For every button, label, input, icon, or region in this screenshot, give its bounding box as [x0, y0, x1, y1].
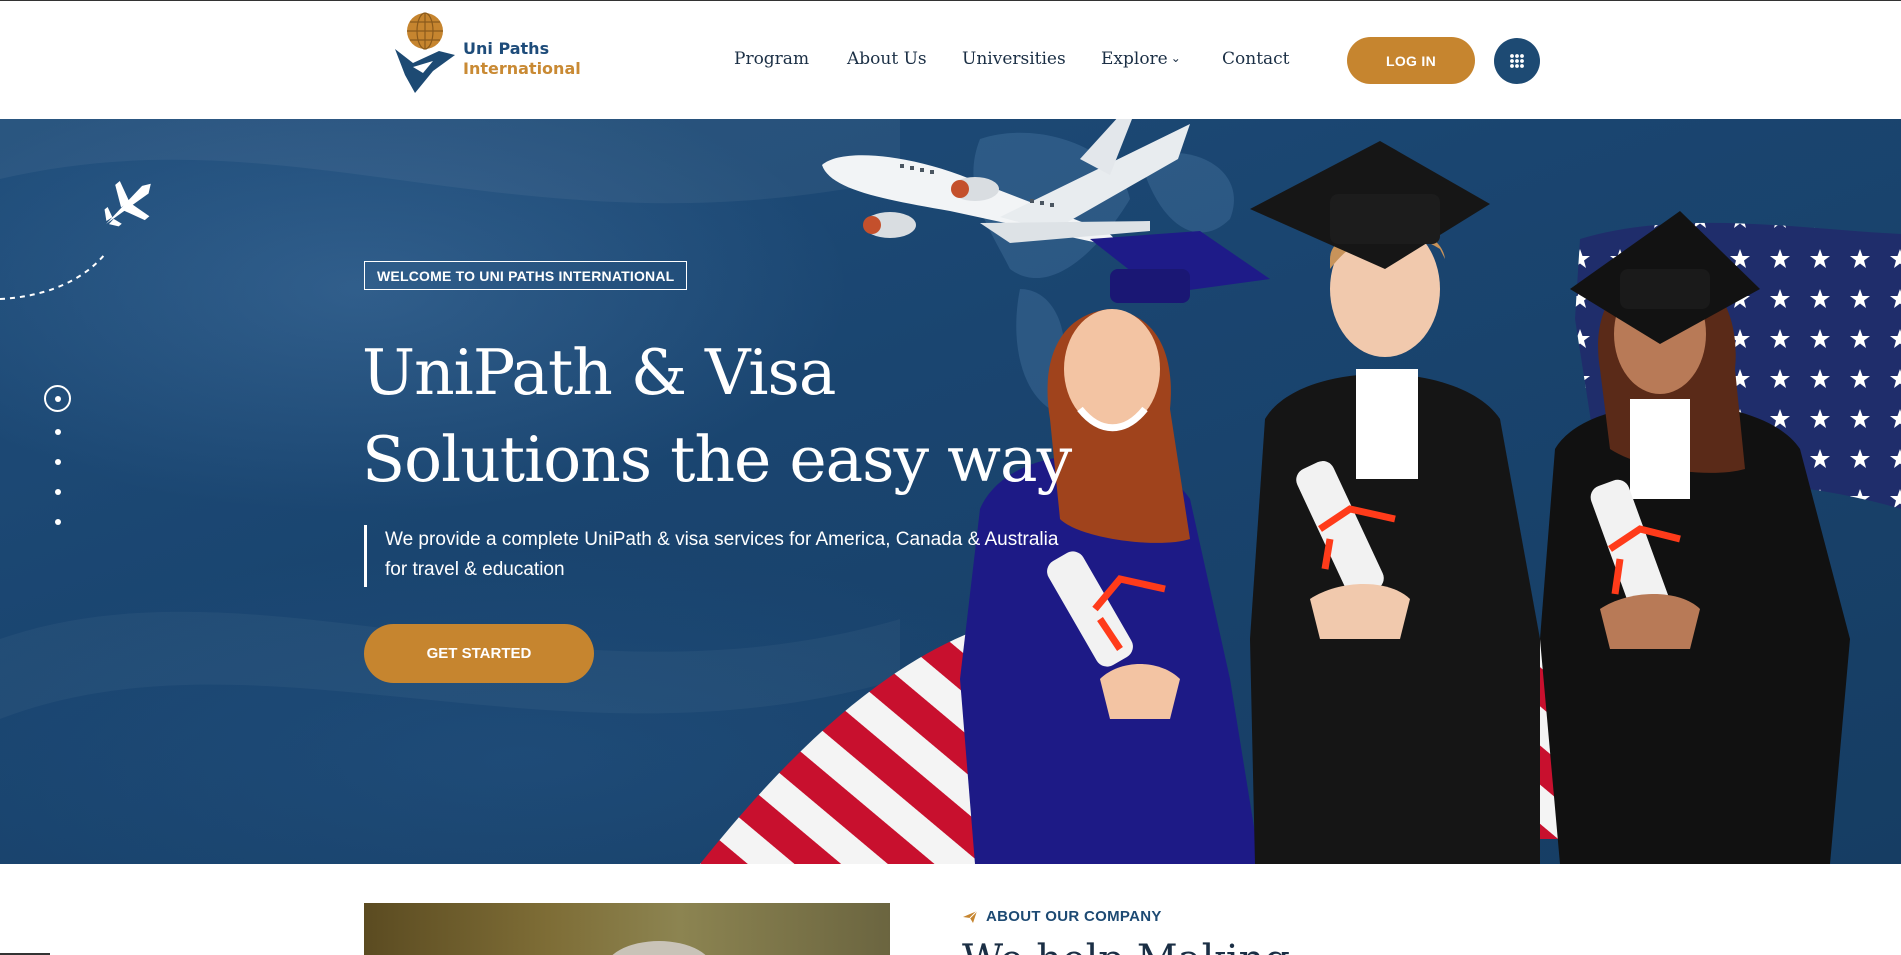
nav-explore-label: Explore: [1101, 49, 1168, 69]
hero-description: We provide a complete UniPath & visa ser…: [364, 525, 1084, 587]
about-kicker: ABOUT OUR COMPANY: [962, 908, 1162, 925]
login-button[interactable]: LOG IN: [1347, 37, 1475, 84]
site-header: Uni Paths International Program About Us…: [0, 1, 1901, 119]
nav-about-us[interactable]: About Us: [847, 49, 927, 69]
paper-plane-icon: [963, 910, 978, 923]
grid-icon: [1510, 54, 1524, 68]
hero-title-line2: Solutions the easy way: [362, 423, 1072, 496]
slider-dot-1[interactable]: [44, 385, 71, 412]
slider-pagination: [44, 385, 74, 545]
logo-name-line1: Uni Paths: [463, 39, 550, 58]
small-plane-icon: [104, 181, 151, 227]
globe-logo-icon: [395, 12, 455, 93]
about-kicker-label: ABOUT OUR COMPANY: [986, 908, 1162, 925]
about-image-person: [604, 941, 714, 955]
site-logo[interactable]: Uni Paths International: [393, 11, 581, 97]
get-started-button[interactable]: GET STARTED: [364, 624, 594, 683]
graduate-middle-figure: [1250, 141, 1540, 864]
nav-contact[interactable]: Contact: [1222, 49, 1290, 69]
about-heading: We help Making: [962, 940, 1290, 955]
about-image: [364, 903, 890, 955]
hero-title: UniPath & Visa Solutions the easy way: [362, 329, 1082, 503]
slider-dot-4[interactable]: [55, 489, 61, 495]
slider-dot-5[interactable]: [55, 519, 61, 525]
nav-explore[interactable]: Explore ⌄: [1101, 49, 1181, 69]
nav-program[interactable]: Program: [734, 49, 809, 69]
hero-title-line1: UniPath & Visa: [362, 336, 836, 409]
flight-path-trail: [0, 253, 106, 300]
welcome-badge: WELCOME TO UNI PATHS INTERNATIONAL: [364, 261, 688, 290]
grid-menu-button[interactable]: [1494, 38, 1540, 84]
nav-universities[interactable]: Universities: [962, 49, 1066, 69]
slider-dot-3[interactable]: [55, 459, 61, 465]
slider-dot-2[interactable]: [55, 429, 61, 435]
chevron-down-icon: ⌄: [1170, 51, 1181, 65]
hero-section: WELCOME TO UNI PATHS INTERNATIONAL UniPa…: [0, 119, 1901, 864]
logo-name-line2: International: [463, 59, 581, 78]
